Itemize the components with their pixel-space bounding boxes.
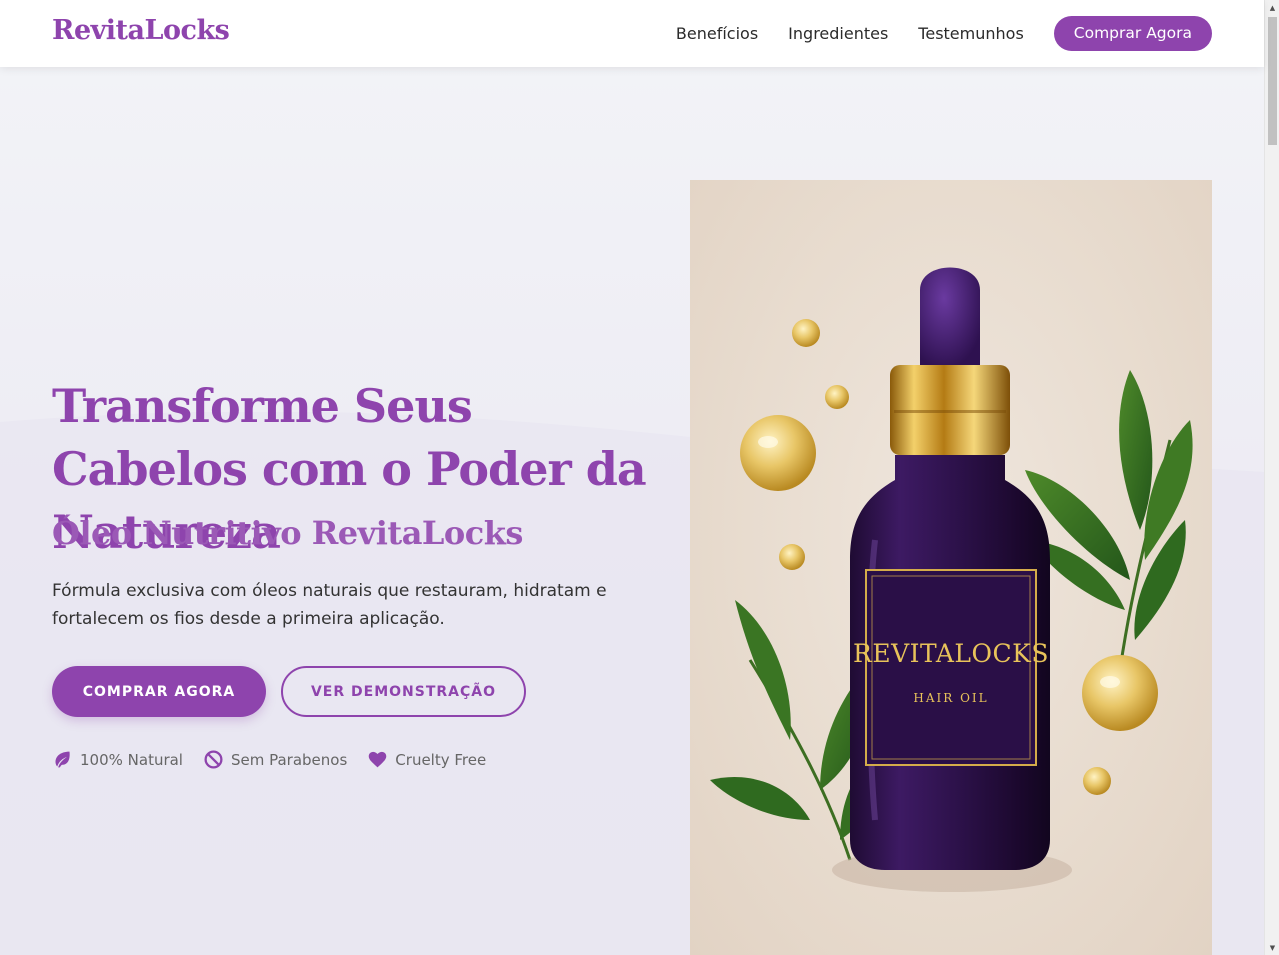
leaf-sprig-right — [1025, 370, 1193, 671]
badge-natural: 100% Natural — [52, 749, 183, 770]
hero-section: Transforme Seus Cabelos com o Poder da N… — [0, 67, 1264, 955]
ban-icon — [204, 750, 223, 769]
view-demo-button[interactable]: VER DEMONSTRAÇÃO — [281, 666, 526, 717]
badge-label: Sem Parabenos — [230, 750, 348, 769]
badge-label: Cruelty Free — [395, 750, 487, 769]
badge-no-parabens: Sem Parabenos — [203, 749, 347, 770]
badge-label: 100% Natural — [80, 750, 183, 769]
hero-subtitle: Óleo Nutritivo RevitaLocks — [52, 514, 523, 552]
hero-description: Fórmula exclusiva com óleos naturais que… — [52, 581, 607, 629]
nav-links: Benefícios Ingredientes Testemunhos Comp… — [646, 16, 1212, 51]
navbar: RevitaLocks Benefícios Ingredientes Test… — [0, 0, 1264, 67]
nav-link-beneficios[interactable]: Benefícios — [676, 17, 758, 51]
badge-cruelty-free: Cruelty Free — [367, 749, 486, 770]
scroll-thumb[interactable] — [1268, 17, 1277, 145]
brand-logo[interactable]: RevitaLocks — [52, 15, 230, 46]
nav-buy-now-button[interactable]: Comprar Agora — [1053, 16, 1212, 51]
heart-icon — [369, 751, 387, 768]
scroll-up-icon[interactable]: ▲ — [1265, 0, 1279, 15]
product-label-subtitle: HAIR OIL — [913, 691, 988, 705]
feature-badges: 100% Natural Sem Parabenos Cruelty Free — [52, 749, 506, 770]
product-image: REVITALOCKS HAIR OIL — [690, 180, 1212, 955]
leaf-icon — [55, 751, 70, 768]
scroll-down-icon[interactable]: ▼ — [1265, 940, 1279, 955]
nav-link-testemunhos[interactable]: Testemunhos — [918, 17, 1023, 51]
product-label-title: REVITALOCKS — [853, 639, 1049, 668]
page-scrollbar[interactable]: ▲ ▼ — [1264, 0, 1279, 955]
nav-link-ingredientes[interactable]: Ingredientes — [788, 17, 888, 51]
buy-now-button[interactable]: COMPRAR AGORA — [52, 666, 266, 717]
hair-oil-bottle-illustration: REVITALOCKS HAIR OIL — [710, 267, 1193, 892]
